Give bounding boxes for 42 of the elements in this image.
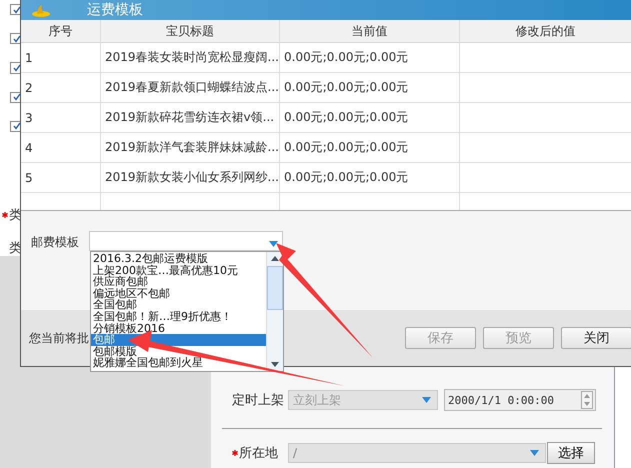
table-cell: 2 [21, 73, 101, 103]
dropdown-option[interactable]: 包邮模版 [91, 346, 266, 358]
dropdown-option[interactable]: 2016.3.2包邮运费模版 [91, 253, 266, 265]
table-cell: 2019新款洋气套装胖妹妹减龄... [101, 133, 280, 163]
datetime-field[interactable]: 2000/1/1 0:00:00 [444, 389, 596, 411]
table-cell: 0.00元;0.00元;0.00元 [280, 43, 460, 73]
column-header: 当前值 [280, 20, 460, 43]
dropdown-option[interactable]: 供应商包邮 [91, 276, 266, 288]
column-header: 修改后的值 [460, 20, 631, 43]
dropdown-arrow-icon [422, 397, 431, 403]
dropdown-option[interactable]: 全国包邮！新…理9折优惠！ [91, 310, 266, 323]
table-cell: 2019春夏新款领口蝴蝶结波点... [101, 73, 280, 103]
window-title: 运费模板 [87, 1, 143, 19]
dropdown-option[interactable]: 妮雅娜全国包邮到火星 [91, 357, 266, 369]
footer-text: 您当前将批 [29, 330, 89, 346]
table-cell: 5 [21, 163, 101, 193]
field-label: 邮费模板 [31, 234, 79, 251]
dropdown-option[interactable]: 分销模板2016 [91, 322, 266, 334]
field-label: 定时上架 [231, 392, 282, 409]
spinner-icon[interactable] [581, 391, 593, 409]
dropdown-arrow-icon [530, 450, 539, 456]
table-cell: 3 [21, 103, 101, 133]
table-cell: 0.00元;0.00元;0.00元 [280, 103, 460, 133]
scrollbar[interactable] [266, 252, 283, 371]
label-text: 所在地 [239, 445, 278, 462]
table-cell: 0.00元;0.00元;0.00元 [280, 133, 460, 163]
select-button[interactable]: 选择 [547, 442, 595, 464]
table-cell: 0.00元;0.00元;0.00元 [280, 163, 460, 193]
table-cell: 2019春装女装时尚宽松显瘦阔... [101, 43, 280, 73]
column-header: 序号 [21, 20, 101, 43]
dialog-button[interactable]: 关闭 [561, 327, 631, 349]
table-cell: 0.00元;0.00元;0.00元 [280, 73, 460, 103]
table-cell: 2019新款女装小仙女系列网纱... [101, 163, 280, 193]
table-cell: 2019新款碎花雪纺连衣裙v领... [101, 103, 280, 133]
hat-icon [31, 3, 51, 17]
table-cell: 4 [21, 133, 101, 163]
table-cell: 1 [21, 43, 101, 73]
dropdown-option[interactable]: 上架200款宝…最高优惠10元 [91, 264, 266, 276]
dropdown-arrow-icon [269, 241, 278, 247]
dropdown-option[interactable]: 全国包邮 [91, 299, 266, 311]
dropdown-option[interactable]: 偏远地区不包邮 [91, 288, 266, 300]
column-header: 宝贝标题 [101, 20, 280, 43]
